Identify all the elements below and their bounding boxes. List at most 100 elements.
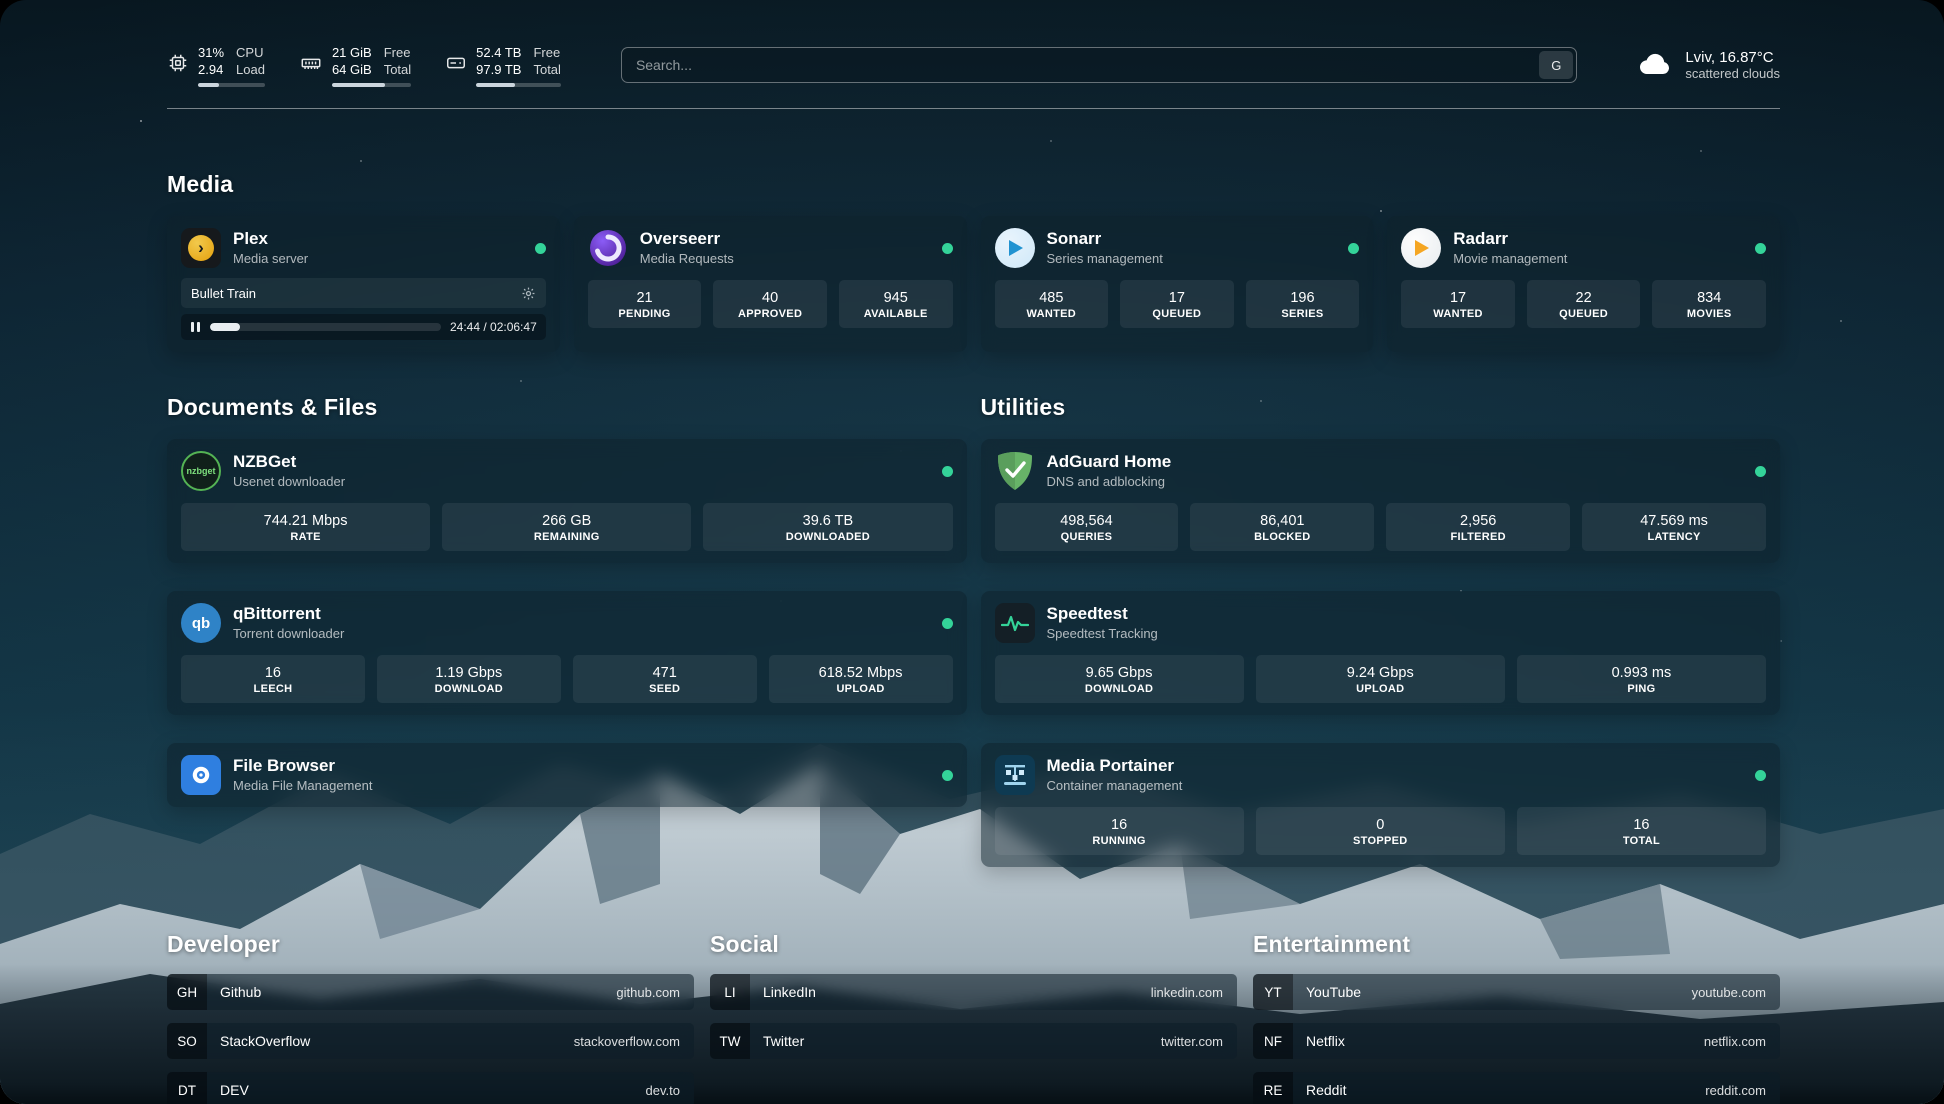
radarr-icon (1401, 228, 1441, 268)
memory-icon (299, 52, 323, 74)
bookmark-github[interactable]: GH Github github.com (167, 974, 694, 1010)
github-abbr: GH (167, 974, 207, 1010)
card-filebrowser: File Browser Media File Management (167, 743, 967, 807)
bookmark-stackoverflow[interactable]: SO StackOverflow stackoverflow.com (167, 1023, 694, 1059)
section-title-developer: Developer (167, 931, 694, 958)
plex-link[interactable]: › Plex Media server (181, 228, 546, 268)
netflix-abbr: NF (1253, 1023, 1293, 1059)
disk-total-label: Total (533, 61, 560, 78)
nzbget-link[interactable]: nzbget NZBGet Usenet downloader (181, 451, 953, 491)
stat-approved: 40 APPROVED (713, 280, 827, 328)
sonarr-link[interactable]: Sonarr Series management (995, 228, 1360, 268)
plex-name: Plex (233, 229, 308, 249)
speedtest-subtitle: Speedtest Tracking (1047, 626, 1158, 641)
overseerr-subtitle: Media Requests (640, 251, 734, 266)
plex-subtitle: Media server (233, 251, 308, 266)
stat-series: 196 SERIES (1246, 280, 1360, 328)
card-qbittorrent: qb qBittorrent Torrent downloader 16 LEE… (167, 591, 967, 715)
plex-progress-row: 24:44 / 02:06:47 (181, 314, 546, 340)
disk-free-label: Free (533, 44, 560, 61)
topbar-divider (167, 108, 1780, 109)
stackoverflow-abbr: SO (167, 1023, 207, 1059)
search-input[interactable] (622, 48, 1539, 82)
card-plex: › Plex Media server Bullet Train (167, 216, 560, 352)
top-bar: 31% 2.94 CPU Load (167, 36, 1780, 94)
disk-widget: 52.4 TB 97.9 TB Free Total (445, 44, 561, 87)
plex-progress-bar[interactable] (210, 323, 441, 331)
bookmark-twitter[interactable]: TW Twitter twitter.com (710, 1023, 1237, 1059)
qbittorrent-status-dot (942, 618, 953, 629)
filebrowser-subtitle: Media File Management (233, 778, 372, 793)
adguard-name: AdGuard Home (1047, 452, 1172, 472)
youtube-abbr: YT (1253, 974, 1293, 1010)
nzbget-subtitle: Usenet downloader (233, 474, 345, 489)
stat-download: 9.65 Gbps DOWNLOAD (995, 655, 1244, 703)
portainer-name: Media Portainer (1047, 756, 1183, 776)
section-title-media: Media (167, 171, 1780, 198)
adguard-status-dot (1755, 466, 1766, 477)
card-speedtest: Speedtest Speedtest Tracking 9.65 Gbps D… (981, 591, 1781, 715)
linkedin-abbr: LI (710, 974, 750, 1010)
sonarr-icon (995, 228, 1035, 268)
qbittorrent-link[interactable]: qb qBittorrent Torrent downloader (181, 603, 953, 643)
section-documents: Documents & Files nzbget NZBGet Usenet d… (167, 394, 967, 807)
weather-condition: scattered clouds (1685, 66, 1780, 81)
card-adguard: AdGuard Home DNS and adblocking 498,564 … (981, 439, 1781, 563)
weather-widget: Lviv, 16.87°C scattered clouds (1637, 49, 1780, 81)
bookmark-reddit[interactable]: RE Reddit reddit.com (1253, 1072, 1780, 1104)
speedtest-link[interactable]: Speedtest Speedtest Tracking (995, 603, 1767, 643)
portainer-link[interactable]: Media Portainer Container management (995, 755, 1767, 795)
portainer-icon (995, 755, 1035, 795)
sonarr-name: Sonarr (1047, 229, 1163, 249)
twitter-abbr: TW (710, 1023, 750, 1059)
stat-upload: 618.52 Mbps UPLOAD (769, 655, 953, 703)
cloud-icon (1637, 51, 1673, 79)
dashboard-screen: 31% 2.94 CPU Load (0, 0, 1944, 1104)
plex-now-playing: Bullet Train (181, 278, 546, 308)
stat-seed: 471 SEED (573, 655, 757, 703)
portainer-subtitle: Container management (1047, 778, 1183, 793)
plex-icon: › (181, 228, 221, 268)
cpu-label: CPU (236, 44, 265, 61)
filebrowser-name: File Browser (233, 756, 372, 776)
stat-pending: 21 PENDING (588, 280, 702, 328)
stat-total: 16 TOTAL (1517, 807, 1766, 855)
filebrowser-link[interactable]: File Browser Media File Management (181, 755, 953, 795)
memory-total-value: 64 GiB (332, 61, 372, 78)
portainer-status-dot (1755, 770, 1766, 781)
pause-button[interactable] (190, 321, 201, 333)
gear-icon[interactable] (521, 286, 536, 301)
card-nzbget: nzbget NZBGet Usenet downloader 744.21 M… (167, 439, 967, 563)
memory-widget: 21 GiB 64 GiB Free Total (299, 44, 411, 87)
cpu-icon (167, 52, 189, 74)
stat-queued: 22 QUEUED (1527, 280, 1641, 328)
overseerr-status-dot (942, 243, 953, 254)
overseerr-link[interactable]: Overseerr Media Requests (588, 228, 953, 268)
weather-location: Lviv, 16.87°C (1685, 49, 1780, 66)
card-sonarr: Sonarr Series management 485 WANTED 17 Q… (981, 216, 1374, 352)
section-title-entertainment: Entertainment (1253, 931, 1780, 958)
cpu-usage-bar (198, 83, 265, 87)
stat-movies: 834 MOVIES (1652, 280, 1766, 328)
adguard-link[interactable]: AdGuard Home DNS and adblocking (995, 451, 1767, 491)
radarr-link[interactable]: Radarr Movie management (1401, 228, 1766, 268)
disk-free-value: 52.4 TB (476, 44, 521, 61)
nzbget-name: NZBGet (233, 452, 345, 472)
bookmark-linkedin[interactable]: LI LinkedIn linkedin.com (710, 974, 1237, 1010)
bookmark-group-developer: Developer GH Github github.com SO StackO… (167, 931, 694, 1104)
plex-playback-time: 24:44 / 02:06:47 (450, 320, 537, 334)
reddit-abbr: RE (1253, 1072, 1293, 1104)
cpu-percent: 31% (198, 44, 224, 61)
bookmark-youtube[interactable]: YT YouTube youtube.com (1253, 974, 1780, 1010)
memory-total-label: Total (384, 61, 411, 78)
bookmark-dev[interactable]: DT DEV dev.to (167, 1072, 694, 1104)
search-provider-button[interactable]: G (1539, 51, 1573, 79)
stat-queued: 17 QUEUED (1120, 280, 1234, 328)
section-media: Media › Plex Media server Bullet Train (167, 171, 1780, 352)
memory-usage-bar (332, 83, 411, 87)
radarr-name: Radarr (1453, 229, 1567, 249)
card-radarr: Radarr Movie management 17 WANTED 22 QUE… (1387, 216, 1780, 352)
bookmark-netflix[interactable]: NF Netflix netflix.com (1253, 1023, 1780, 1059)
search-bar: G (621, 47, 1577, 83)
sonarr-status-dot (1348, 243, 1359, 254)
